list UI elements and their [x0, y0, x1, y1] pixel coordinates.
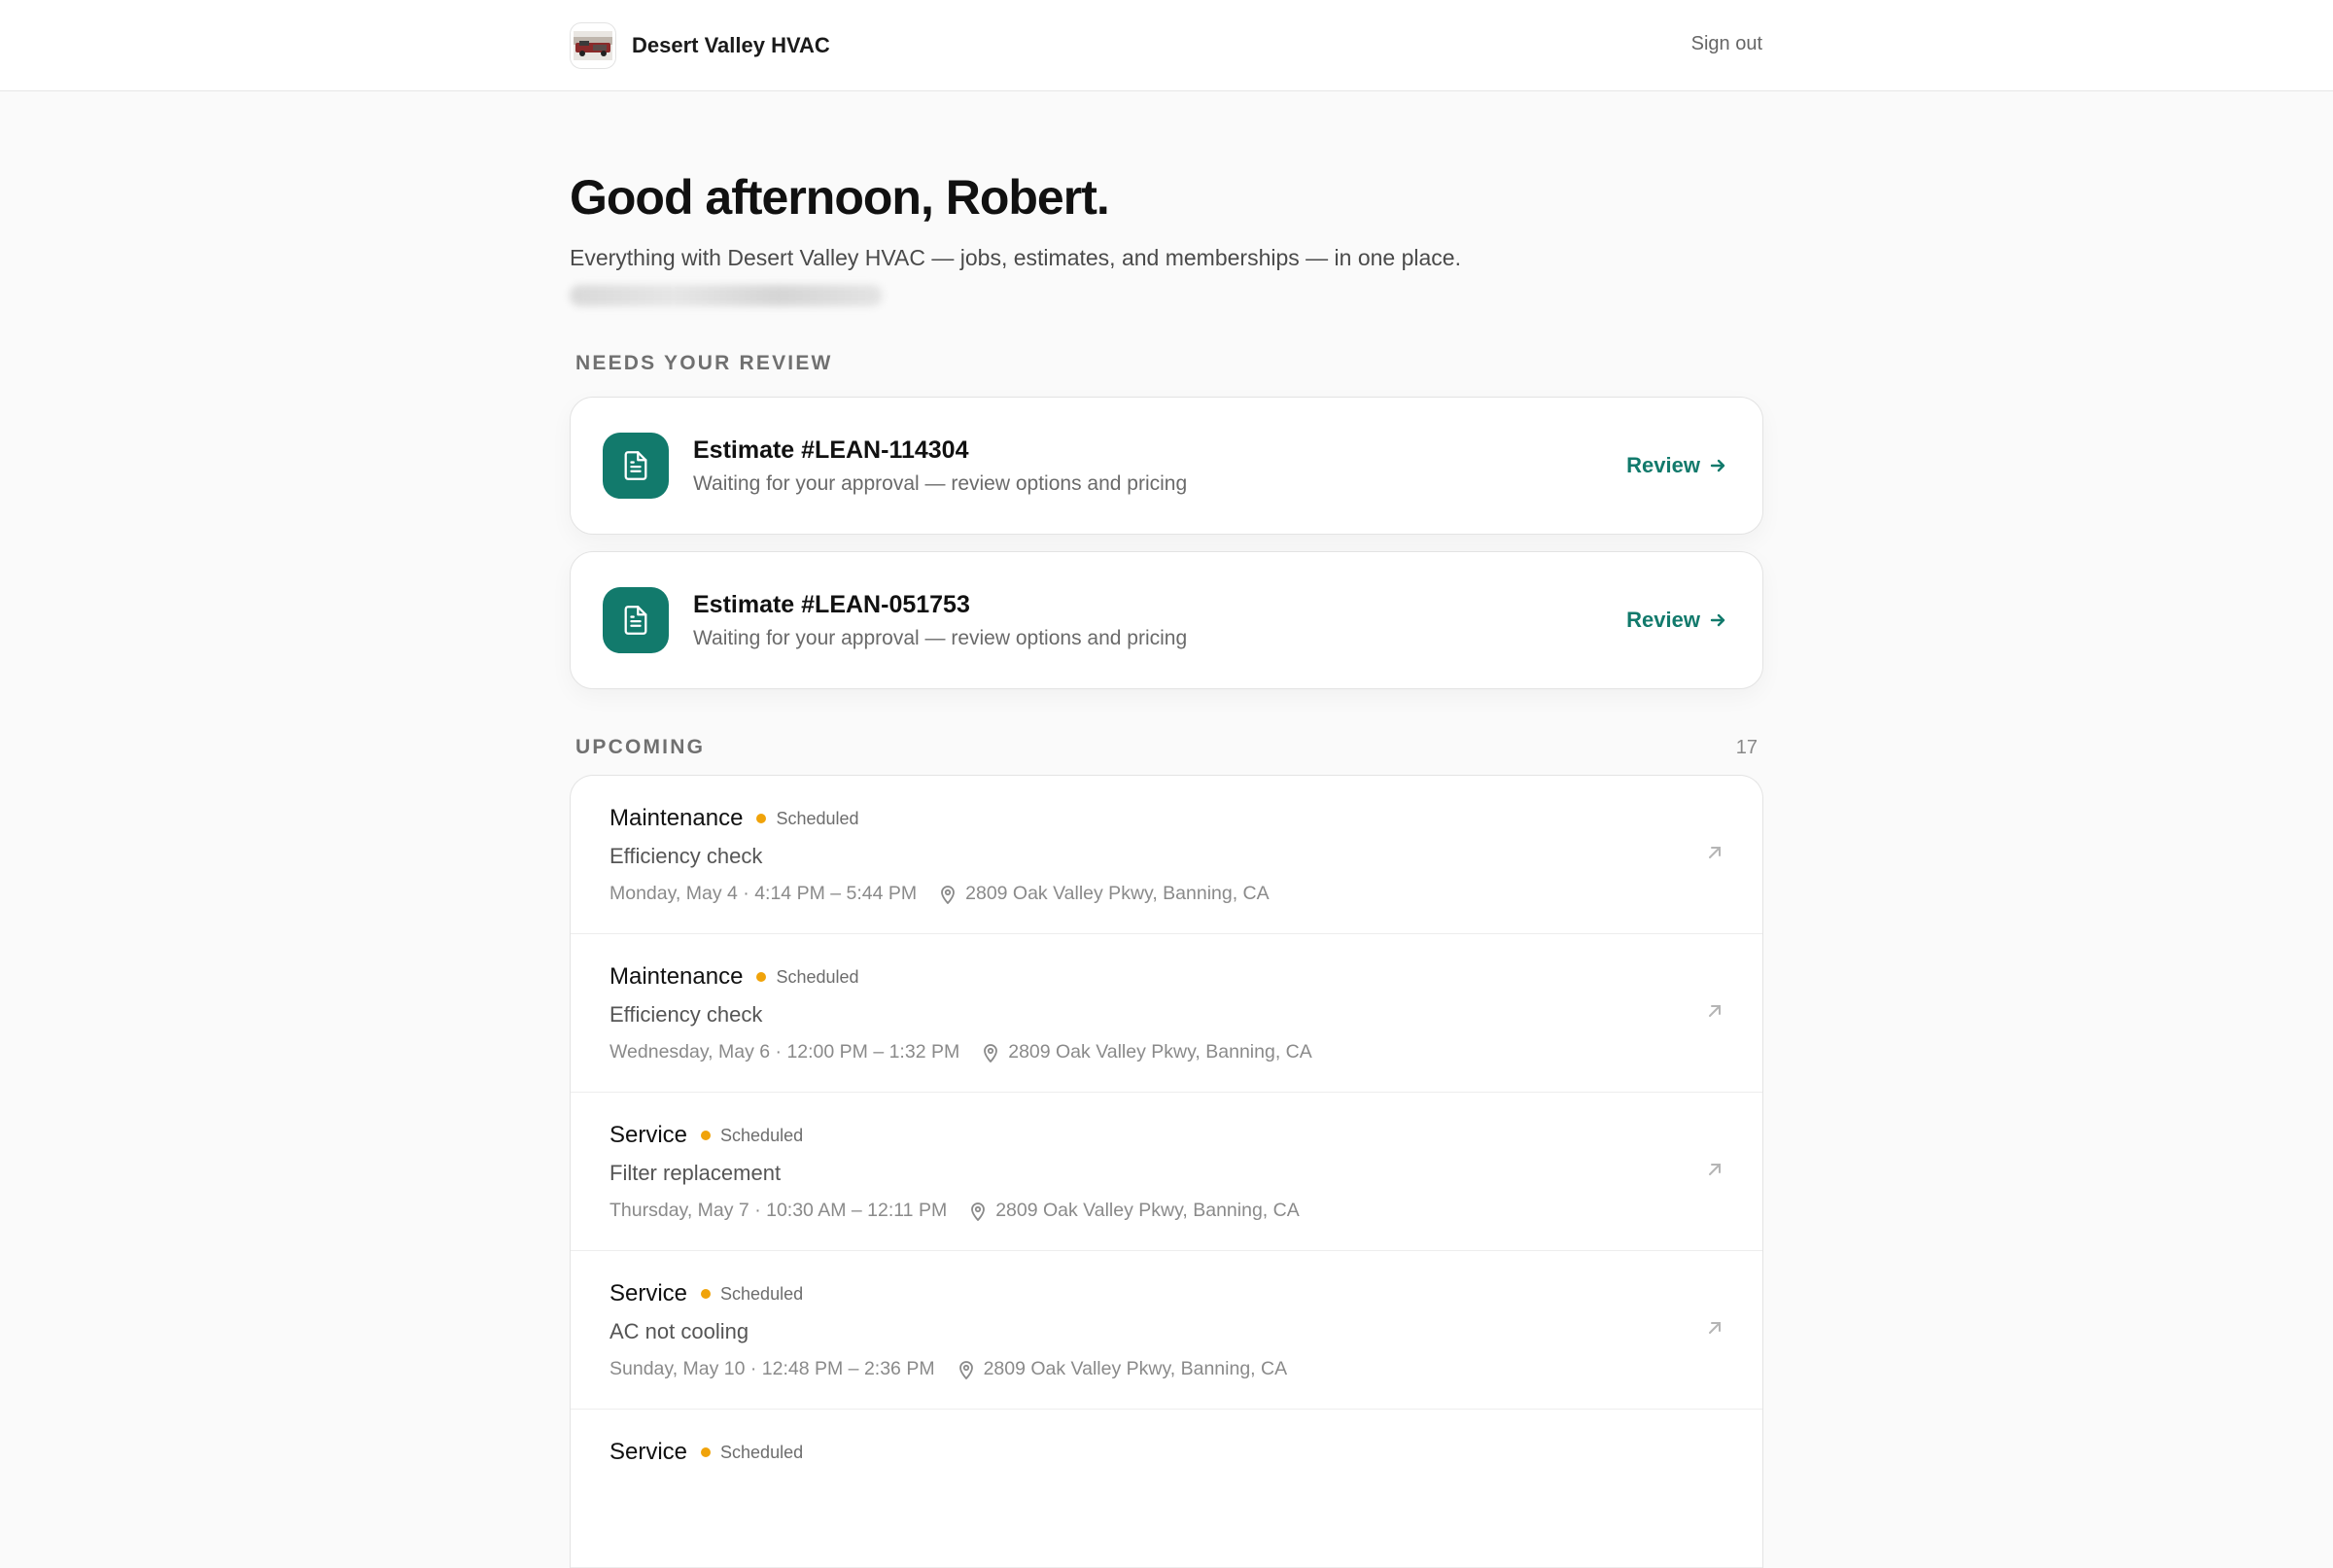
appointment-description: Efficiency check	[609, 1002, 763, 1027]
review-section-title: NEEDS YOUR REVIEW	[575, 352, 833, 374]
company-logo	[570, 22, 616, 69]
estimate-text: Estimate #LEAN-114304 Waiting for your a…	[693, 436, 1626, 496]
upcoming-section-title: UPCOMING	[575, 736, 706, 758]
estimate-text: Estimate #LEAN-051753 Waiting for your a…	[693, 591, 1626, 650]
appointment-header: Service Scheduled	[609, 1439, 1724, 1466]
arrow-up-right-icon[interactable]	[1706, 1161, 1724, 1178]
appointment-time: Thursday, May 7 · 10:30 AM – 12:11 PM	[609, 1200, 948, 1221]
appointment-time: Monday, May 4 · 4:14 PM – 5:44 PM	[609, 883, 918, 904]
top-bar: Desert Valley HVAC Sign out	[0, 0, 2333, 91]
review-section-header: NEEDS YOUR REVIEW	[570, 352, 1763, 375]
review-button-label: Review	[1626, 608, 1700, 632]
estimate-card[interactable]: Estimate #LEAN-051753 Waiting for your a…	[570, 551, 1763, 689]
page-subtitle: Everything with Desert Valley HVAC — job…	[570, 245, 1461, 270]
arrow-up-right-icon[interactable]	[1706, 844, 1724, 861]
appointment-header: Service Scheduled	[609, 1122, 1724, 1149]
status-dot	[701, 1447, 712, 1457]
page-title: Good afternoon, Robert.	[570, 170, 1110, 225]
location-pin-icon	[958, 1360, 974, 1379]
appointment-description: Efficiency check	[609, 844, 763, 868]
arrow-up-right-icon[interactable]	[1706, 1319, 1724, 1337]
company-name: Desert Valley HVAC	[632, 33, 830, 57]
appointment-header: Maintenance Scheduled	[609, 963, 1724, 991]
upcoming-list: Maintenance Scheduled Efficiency check M…	[570, 775, 1763, 1568]
appointment-row[interactable]: Maintenance Scheduled Efficiency check M…	[571, 776, 1762, 934]
appointment-address: 2809 Oak Valley Pkwy, Banning, CA	[995, 1200, 1300, 1221]
location-pin-icon	[970, 1202, 986, 1221]
appointment-time: Wednesday, May 6 · 12:00 PM – 1:32 PM	[609, 1041, 960, 1063]
appointment-row[interactable]: Maintenance Scheduled Efficiency check W…	[571, 934, 1762, 1093]
estimate-subtitle: Waiting for your approval — review optio…	[693, 626, 1188, 649]
location-pin-icon	[940, 885, 956, 904]
appointment-meta: Sunday, May 10 · 12:48 PM – 2:36 PM 2809…	[609, 1358, 1724, 1380]
status-dot	[756, 972, 767, 982]
status-badge: Scheduled	[776, 808, 859, 828]
estimate-card[interactable]: Estimate #LEAN-114304 Waiting for your a…	[570, 397, 1763, 535]
redacted-email	[570, 285, 883, 306]
review-button-label: Review	[1626, 453, 1700, 477]
appointment-header: Service Scheduled	[609, 1280, 1724, 1307]
main-content: Good afternoon, Robert. Everything with …	[570, 91, 1763, 1568]
sign-out-link[interactable]: Sign out	[1691, 33, 1762, 55]
arrow-up-right-icon[interactable]	[1706, 1002, 1724, 1020]
status-badge: Scheduled	[776, 966, 859, 987]
appointment-row[interactable]: Service Scheduled Filter replacement Thu…	[571, 1093, 1762, 1251]
review-button[interactable]: Review	[1626, 608, 1727, 633]
arrow-right-icon	[1710, 459, 1725, 472]
estimate-subtitle: Waiting for your approval — review optio…	[693, 471, 1188, 495]
appointment-address: 2809 Oak Valley Pkwy, Banning, CA	[983, 1358, 1288, 1379]
document-icon	[603, 433, 669, 499]
document-icon	[603, 587, 669, 653]
estimate-title: Estimate #LEAN-051753	[693, 590, 970, 618]
status-badge: Scheduled	[720, 1442, 804, 1462]
appointment-type: Service	[609, 1439, 688, 1465]
appointment-address: 2809 Oak Valley Pkwy, Banning, CA	[965, 883, 1270, 904]
review-button[interactable]: Review	[1626, 453, 1727, 478]
appointment-type: Service	[609, 1280, 688, 1307]
appointment-time: Sunday, May 10 · 12:48 PM – 2:36 PM	[609, 1358, 935, 1379]
status-dot	[701, 1131, 712, 1140]
appointment-type: Maintenance	[609, 963, 744, 990]
estimate-title: Estimate #LEAN-114304	[693, 436, 969, 464]
arrow-right-icon	[1710, 613, 1725, 627]
status-dot	[701, 1289, 712, 1299]
appointment-type: Service	[609, 1122, 688, 1148]
appointment-description: Filter replacement	[609, 1161, 782, 1185]
status-badge: Scheduled	[720, 1283, 804, 1304]
appointment-address: 2809 Oak Valley Pkwy, Banning, CA	[1008, 1041, 1312, 1063]
appointment-meta: Thursday, May 7 · 10:30 AM – 12:11 PM 28…	[609, 1200, 1724, 1222]
status-badge: Scheduled	[720, 1125, 804, 1145]
appointment-row[interactable]: Service Scheduled	[571, 1410, 1762, 1568]
appointment-meta: Monday, May 4 · 4:14 PM – 5:44 PM 2809 O…	[609, 883, 1724, 905]
upcoming-count: 17	[1735, 736, 1758, 758]
status-dot	[756, 814, 767, 823]
appointment-meta: Wednesday, May 6 · 12:00 PM – 1:32 PM 28…	[609, 1041, 1724, 1063]
location-pin-icon	[983, 1043, 998, 1063]
appointment-header: Maintenance Scheduled	[609, 805, 1724, 832]
logo-image-icon	[574, 31, 612, 60]
appointment-type: Maintenance	[609, 805, 744, 831]
appointment-description: AC not cooling	[609, 1319, 749, 1343]
appointment-row[interactable]: Service Scheduled AC not cooling Sunday,…	[571, 1251, 1762, 1410]
upcoming-section-header: UPCOMING 17	[570, 736, 1763, 759]
brand[interactable]: Desert Valley HVAC	[570, 21, 830, 70]
